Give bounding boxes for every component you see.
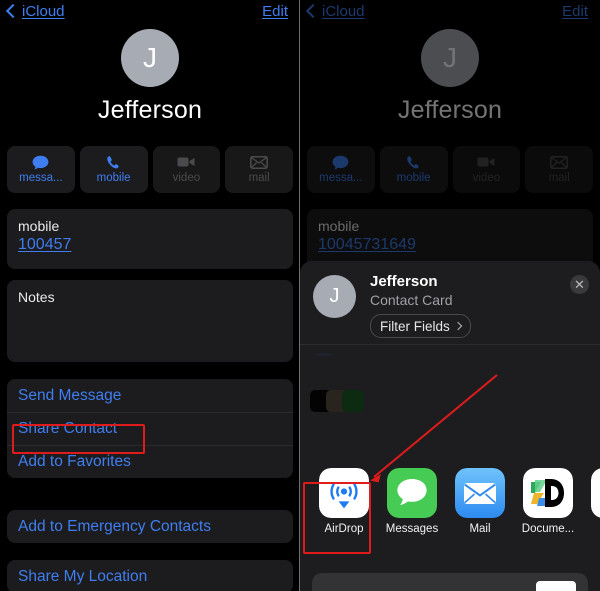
messages-icon [387,468,437,518]
action-button-message[interactable]: messa... [7,146,75,193]
send-message-button[interactable]: Send Message [7,379,293,412]
action-button-video-dimmed: video [452,146,521,193]
phone-field-value-full: 10045731649 [318,236,416,253]
panel-divider [299,0,300,591]
suggested-contacts-row [300,345,600,445]
action-label-video-dimmed: video [472,172,501,185]
share-app-messages[interactable]: Messages [378,468,446,556]
share-location-card: Share My Location [7,560,293,591]
back-button-icloud-dimmed: iCloud [305,3,365,20]
action-button-mail-dimmed: mail [525,146,593,193]
share-sheet-header: J Jefferson Contact Card Filter Fields ✕ [300,261,600,344]
video-icon [177,154,196,170]
phone-field-label: mobile [18,218,60,234]
action-button-mobile[interactable]: mobile [79,146,148,193]
back-button-label: iCloud [22,3,65,20]
right-panel-share-sheet: iCloud Edit J Jefferson messa... mobile … [300,0,600,591]
contact-actions-card: Send Message Share Contact Add to Favori… [7,379,293,478]
share-contact-button[interactable]: Share Contact [7,412,293,445]
contact-avatar[interactable]: J [121,29,179,87]
phone-icon [406,154,421,170]
phone-icon [106,154,121,170]
notes-label: Notes [18,289,55,305]
message-icon [32,154,49,170]
add-to-emergency-contacts-button[interactable]: Add to Emergency Contacts [7,510,293,543]
contact-name-dimmed: Jefferson [397,96,503,124]
action-label-mobile-dimmed: mobile [396,172,431,185]
share-sheet: J Jefferson Contact Card Filter Fields ✕ [300,261,600,591]
action-label-mobile: mobile [96,172,131,185]
screenshot-stage: iCloud Edit J Jefferson messa... mobile … [0,0,600,591]
airdrop-icon [319,468,369,518]
avatar-initial: J [143,42,157,73]
back-button-label-dimmed: iCloud [322,3,365,20]
chevron-right-icon [453,321,463,331]
quick-action-row-dimmed: messa... mobile video mail [307,146,593,193]
share-app-label-airdrop: AirDrop [324,523,364,535]
action-button-message-dimmed: messa... [307,146,375,193]
action-label-video: video [172,172,201,185]
share-app-mail[interactable]: Mail [446,468,514,556]
video-icon [477,154,496,170]
action-button-video: video [152,146,221,193]
filter-fields-button[interactable]: Filter Fields [370,314,471,338]
phone-field-card[interactable]: mobile 100457 [7,209,293,269]
notes-card[interactable]: Notes [7,280,293,362]
action-button-mobile-dimmed: mobile [379,146,448,193]
emergency-contacts-card: Add to Emergency Contacts [7,510,293,543]
mail-app-icon [455,468,505,518]
share-app-label-mail: Mail [469,523,491,535]
quick-action-row: messa... mobile video mail [7,146,293,193]
phone-field-label-dimmed: mobile [318,218,360,234]
action-label-mail: mail [248,172,270,185]
contact-avatar-dimmed: J [421,29,479,87]
mail-icon [550,154,569,170]
avatar-initial: J [443,42,457,73]
suggestion-icon-c [342,390,364,412]
share-app-label-messages: Messages [385,523,439,535]
documents-icon [523,468,573,518]
chevron-left-icon [5,3,21,19]
phone-field-value[interactable]: 100457 [18,235,282,255]
share-sheet-subtitle: Contact Card [370,292,453,308]
phone-field-card-dimmed: mobile 10045731649 [307,209,593,269]
action-label-message: messa... [19,172,63,185]
suggestion-placeholder-bar [316,353,332,356]
drive-icon [591,468,600,518]
action-button-mail: mail [225,146,293,193]
share-sheet-bottom-panel[interactable] [312,573,588,591]
navigation-bar: iCloud Edit [0,0,300,28]
edit-button-dimmed: Edit [562,3,588,20]
navigation-bar-dimmed: iCloud Edit [300,0,600,28]
contact-name: Jefferson [97,96,203,124]
filter-fields-label: Filter Fields [380,318,450,334]
close-icon[interactable]: ✕ [570,275,589,294]
share-my-location-button[interactable]: Share My Location [7,560,293,591]
share-app-airdrop[interactable]: AirDrop [310,468,378,556]
bottom-panel-chip [536,581,576,591]
share-sheet-avatar: J [313,275,356,318]
share-app-drive-partial[interactable]: G [582,468,600,556]
add-to-favorites-button[interactable]: Add to Favorites [7,445,293,478]
left-panel-contact-detail: iCloud Edit J Jefferson messa... mobile … [0,0,300,591]
contact-detail-screen: iCloud Edit J Jefferson messa... mobile … [0,0,300,591]
action-label-mail-dimmed: mail [548,172,570,185]
message-icon [332,154,349,170]
share-sheet-title: Jefferson [370,273,438,290]
edit-button[interactable]: Edit [262,3,288,20]
share-app-documents[interactable]: Docume... [514,468,582,556]
share-apps-row: AirDrop Messages Mail Docume... [300,468,600,556]
back-button-icloud[interactable]: iCloud [5,3,65,20]
share-app-label-documents: Docume... [521,523,575,535]
share-sheet-avatar-initial: J [329,285,340,307]
mail-icon [250,154,269,170]
chevron-left-icon [305,3,321,19]
action-label-message-dimmed: messa... [319,172,363,185]
